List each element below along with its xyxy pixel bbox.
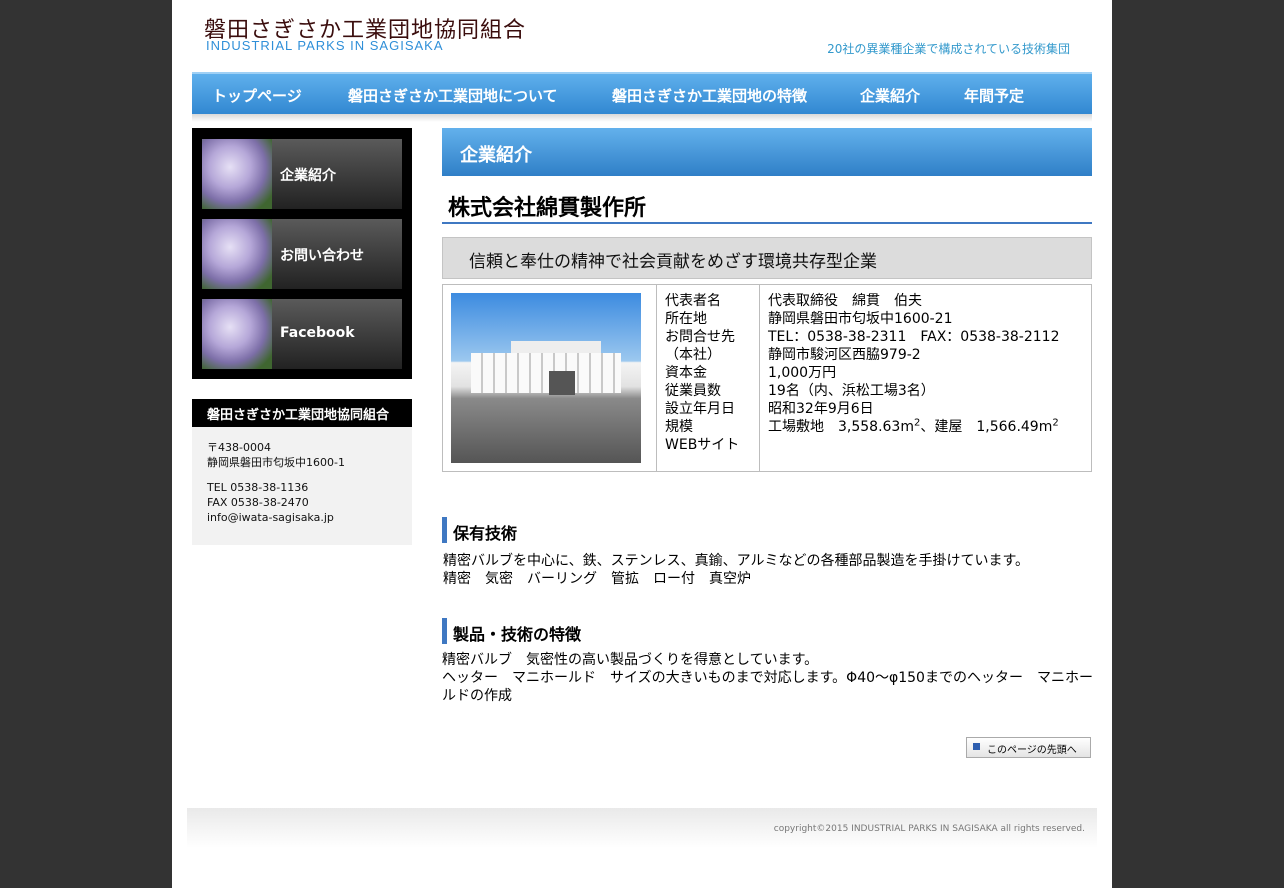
flower-thumbnail <box>202 219 272 289</box>
org-postal: 〒438-0004 <box>207 441 271 454</box>
nav-item-schedule[interactable]: 年間予定 <box>964 85 1024 106</box>
label-representative: 代表者名 <box>665 293 721 309</box>
tech-line: 精密バルブを中心に、鉄、ステンレス、真鍮、アルミなどの各種部品製造を手掛けていま… <box>443 553 1030 569</box>
company-name: 株式会社綿貫製作所 <box>442 190 1092 224</box>
sidebar-menu: 企業紹介 お問い合わせ Facebook <box>192 128 412 379</box>
square-bullet-icon <box>973 743 980 750</box>
nav-item-about[interactable]: 磐田さぎさか工業団地について <box>348 85 558 106</box>
copyright: copyright©2015 INDUSTRIAL PARKS IN SAGIS… <box>773 824 1085 834</box>
info-labels: 代表者名 所在地 お問合せ先 （本社） 資本金 従業員数 設立年月日 規模 WE… <box>657 285 760 471</box>
sidebar-button-facebook[interactable]: Facebook <box>202 299 402 369</box>
site-logo-english[interactable]: INDUSTRIAL PARKS IN SAGISAKA <box>206 38 444 53</box>
label-employees: 従業員数 <box>665 383 721 399</box>
org-address: 静岡県磐田市匂坂中1600-1 <box>207 456 345 469</box>
tech-text: 精密バルブを中心に、鉄、ステンレス、真鍮、アルミなどの各種部品製造を手掛けていま… <box>443 552 1093 588</box>
footer: copyright©2015 INDUSTRIAL PARKS IN SAGIS… <box>187 808 1097 848</box>
value-location: 静岡県磐田市匂坂中1600-21 <box>768 311 953 327</box>
label-scale: 規模 <box>665 419 693 435</box>
features-line: 精密バルブ 気密性の高い製品づくりを得意としています。 <box>442 652 819 668</box>
scale-site: 工場敷地 3,558.63m <box>768 419 914 435</box>
nav-item-companies[interactable]: 企業紹介 <box>860 85 920 106</box>
value-hq: 静岡市駿河区西脇979-2 <box>768 347 921 363</box>
tech-heading: 保有技術 <box>442 517 1092 543</box>
main-nav: トップページ 磐田さぎさか工業団地について 磐田さぎさか工業団地の特徴 企業紹介… <box>192 72 1092 116</box>
nav-shadow <box>192 114 1092 122</box>
factory-building <box>471 353 621 393</box>
org-tel: TEL 0538-38-1136 <box>207 481 309 494</box>
value-scale: 工場敷地 3,558.63m2、建屋 1,566.49m2 <box>768 418 1091 436</box>
factory-photo <box>451 293 641 463</box>
label-hq: （本社） <box>665 347 721 363</box>
nav-item-top[interactable]: トップページ <box>212 85 302 106</box>
label-founded: 設立年月日 <box>665 401 735 417</box>
info-values: 代表取締役 綿貫 伯夫 静岡県磐田市匂坂中1600-21 TEL：0538-38… <box>760 285 1091 471</box>
features-text: 精密バルブ 気密性の高い製品づくりを得意としています。 ヘッター マニホールド … <box>442 651 1093 705</box>
back-to-top-button[interactable]: このページの先頭へ <box>966 737 1091 758</box>
label-contact: お問合せ先 <box>665 329 735 345</box>
label-capital: 資本金 <box>665 365 707 381</box>
sidebar-button-label: Facebook <box>280 325 355 341</box>
header-tagline: 20社の異業種企業で構成されている技術集団 <box>827 42 1070 56</box>
org-email[interactable]: info@iwata-sagisaka.jp <box>207 510 412 525</box>
features-line: ルドの作成 <box>442 688 512 704</box>
value-capital: 1,000万円 <box>768 365 837 381</box>
organization-contact: 〒438-0004 静岡県磐田市匂坂中1600-1 TEL 0538-38-11… <box>192 427 412 545</box>
label-website: WEBサイト <box>665 437 740 453</box>
tech-line: 精密 気密 バーリング 管拡 ロー付 真空炉 <box>443 571 751 587</box>
value-contact: TEL：0538-38-2311 FAX：0538-38-2112 <box>768 329 1060 345</box>
sidebar-button-contact[interactable]: お問い合わせ <box>202 219 402 289</box>
organization-title: 磐田さぎさか工業団地協同組合 <box>192 399 412 427</box>
value-employees: 19名（内、浜松工場3名） <box>768 383 935 399</box>
back-to-top-label: このページの先頭へ <box>987 745 1077 756</box>
scale-building: 、建屋 1,566.49m <box>920 419 1053 435</box>
factory-door <box>549 371 575 395</box>
org-fax: FAX 0538-38-2470 <box>207 496 309 509</box>
sidebar-button-label: 企業紹介 <box>280 168 336 184</box>
value-founded: 昭和32年9月6日 <box>768 401 874 417</box>
page-title: 企業紹介 <box>442 128 1092 176</box>
nav-item-features[interactable]: 磐田さぎさか工業団地の特徴 <box>612 85 807 106</box>
label-location: 所在地 <box>665 311 707 327</box>
features-heading: 製品・技術の特徴 <box>442 618 1092 644</box>
photo-cell <box>443 285 657 471</box>
flower-thumbnail <box>202 139 272 209</box>
features-line: ヘッター マニホールド サイズの大きいものまで対応します。Φ40～φ150までの… <box>442 670 1093 686</box>
company-slogan: 信頼と奉仕の精神で社会貢献をめざす環境共存型企業 <box>442 237 1092 279</box>
scale-sup2: 2 <box>1052 417 1059 429</box>
value-representative: 代表取締役 綿貫 伯夫 <box>768 293 922 309</box>
sidebar-button-companies[interactable]: 企業紹介 <box>202 139 402 209</box>
flower-thumbnail <box>202 299 272 369</box>
company-info-table: 代表者名 所在地 お問合せ先 （本社） 資本金 従業員数 設立年月日 規模 WE… <box>442 284 1092 472</box>
sidebar-button-label: お問い合わせ <box>280 248 364 264</box>
page: 磐田さぎさか工業団地協同組合 INDUSTRIAL PARKS IN SAGIS… <box>172 0 1112 888</box>
